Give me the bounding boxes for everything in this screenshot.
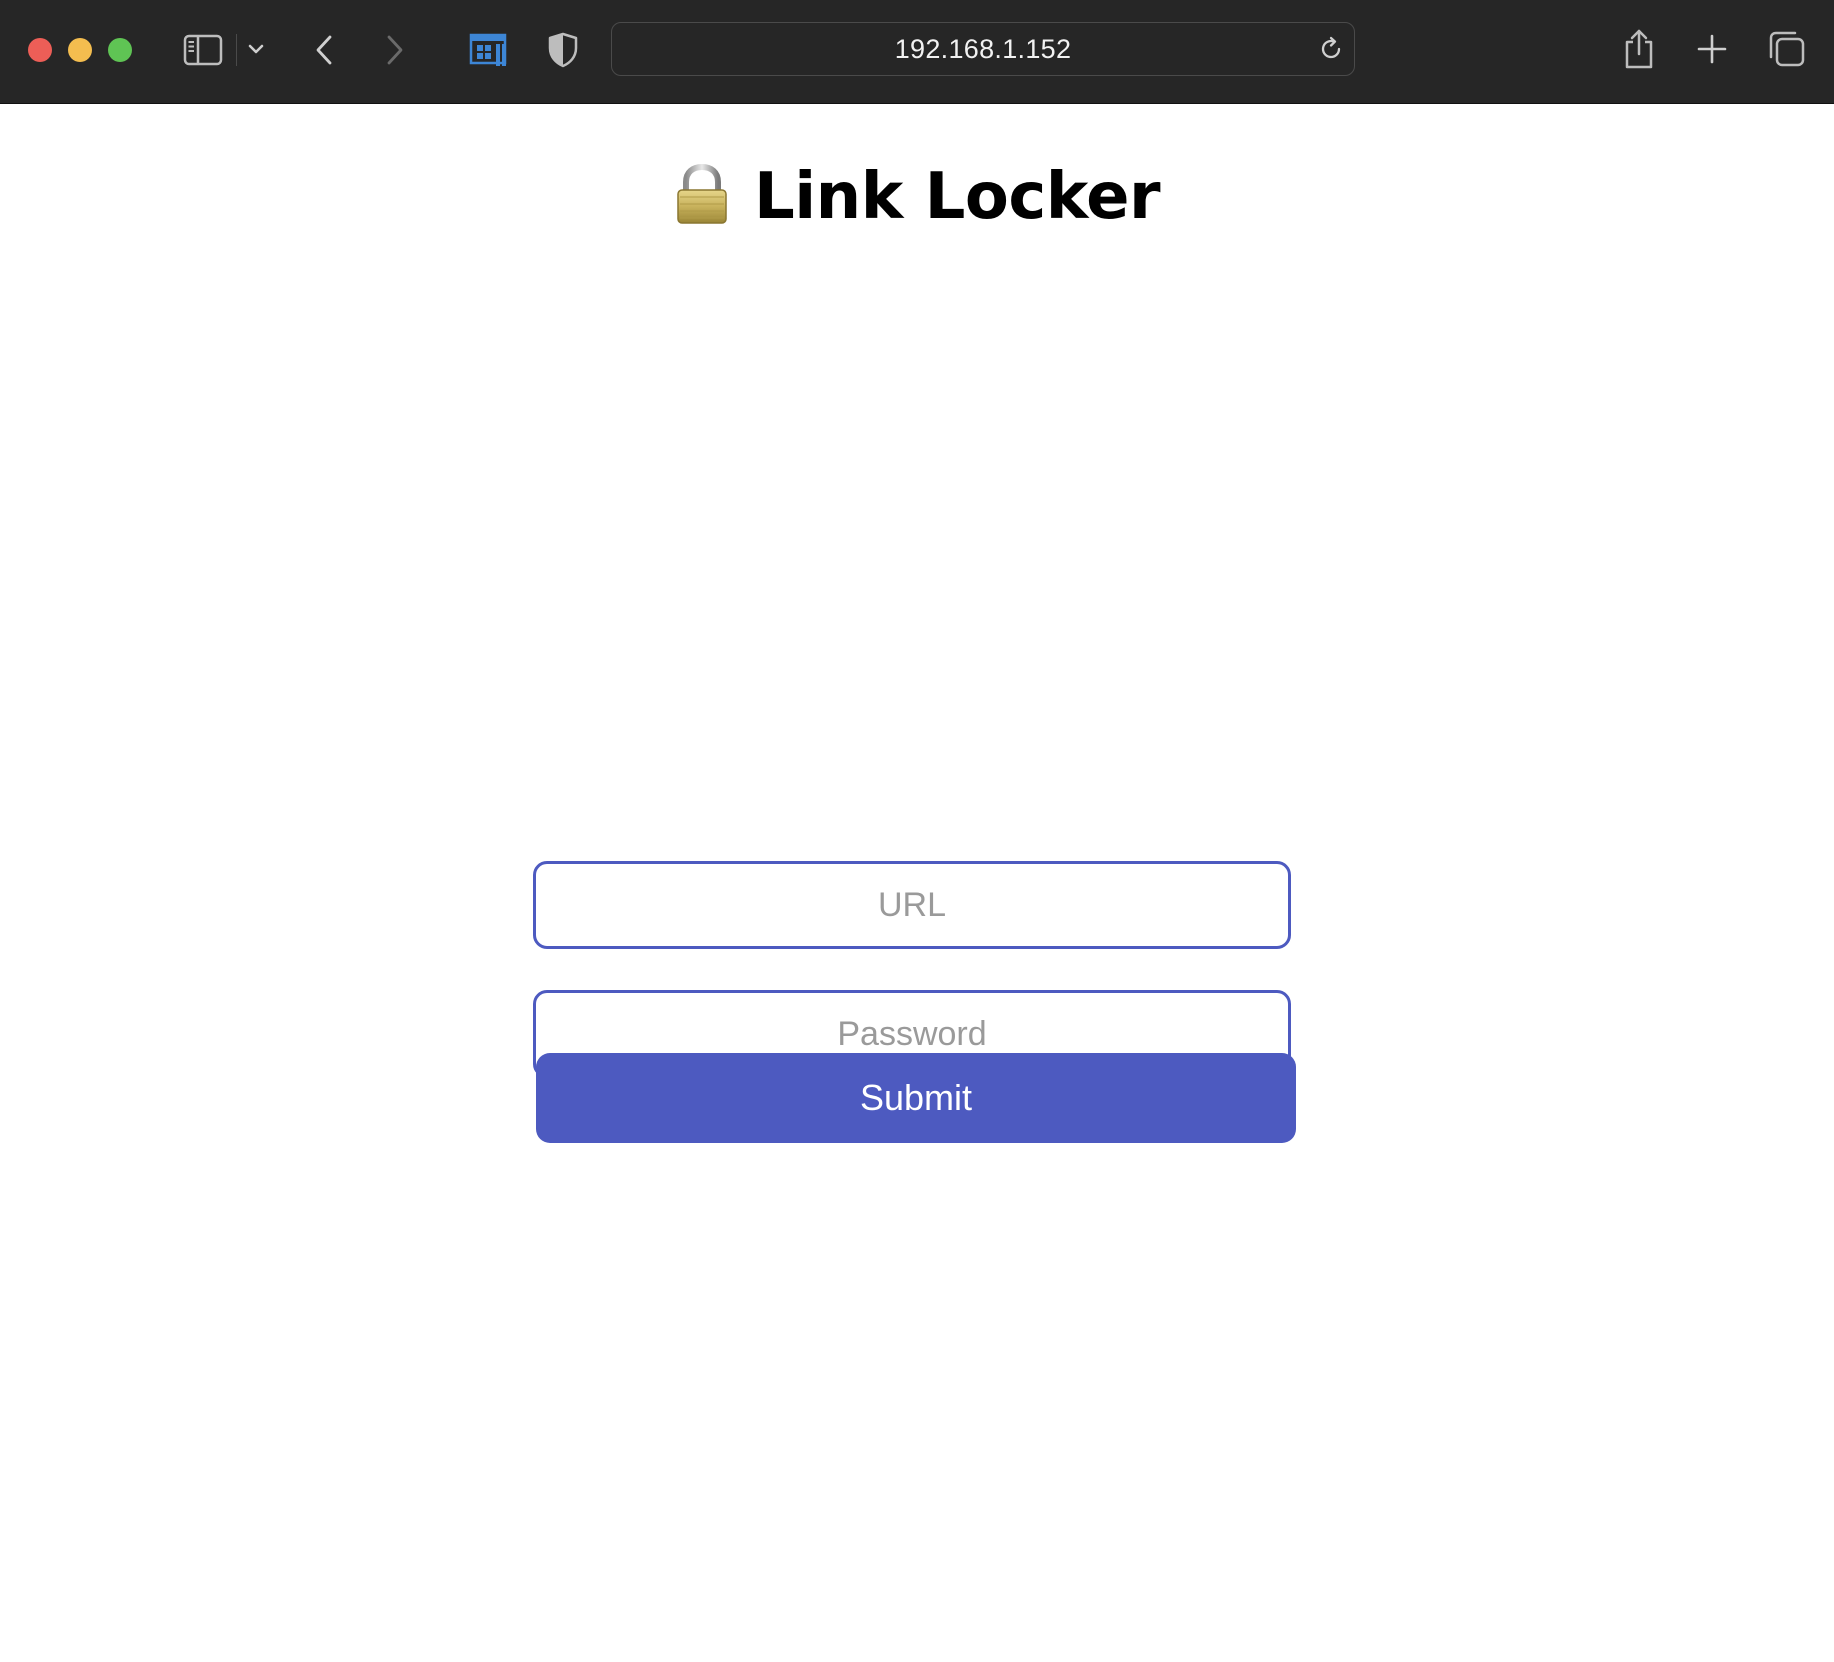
chevron-right-icon[interactable] (381, 30, 409, 70)
url-input[interactable] (536, 863, 1288, 947)
reload-icon[interactable] (1318, 36, 1344, 67)
address-bar[interactable]: 192.168.1.152 (611, 22, 1355, 76)
page-title: Link Locker (0, 160, 1834, 234)
extension-icon[interactable] (468, 30, 510, 70)
lock-icon (674, 163, 730, 231)
app-title: Link Locker (753, 160, 1161, 234)
plus-icon[interactable] (1694, 31, 1730, 67)
close-window-button[interactable] (28, 38, 52, 62)
shield-icon[interactable] (546, 30, 580, 70)
tabs-overview-icon[interactable] (1766, 28, 1808, 70)
sidebar-icon[interactable] (182, 30, 224, 70)
browser-toolbar: 192.168.1.152 (0, 0, 1834, 104)
toolbar-divider (236, 34, 237, 66)
address-bar-url: 192.168.1.152 (894, 33, 1072, 64)
page-content: Link Locker Submit (0, 104, 1834, 1662)
share-icon[interactable] (1620, 26, 1658, 72)
minimize-window-button[interactable] (68, 38, 92, 62)
url-field[interactable] (533, 861, 1291, 949)
zoom-window-button[interactable] (108, 38, 132, 62)
chevron-down-icon[interactable] (246, 38, 266, 60)
submit-button[interactable]: Submit (536, 1053, 1296, 1143)
chevron-left-icon[interactable] (310, 30, 338, 70)
